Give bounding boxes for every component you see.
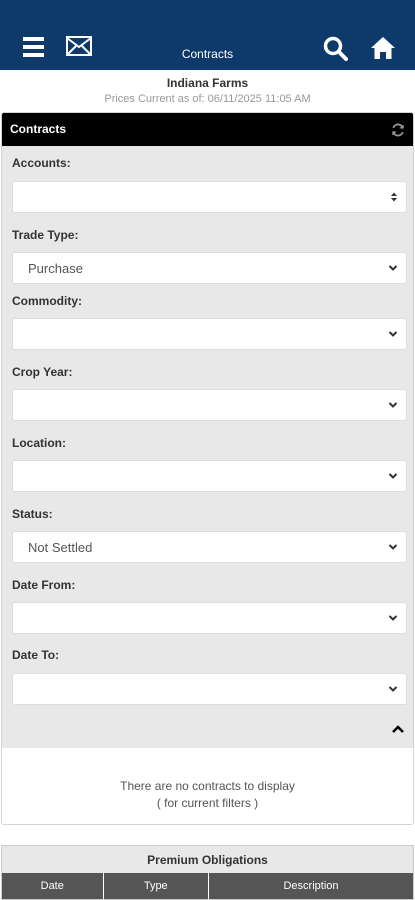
accounts-label: Accounts:	[12, 156, 71, 170]
chevron-down-icon	[388, 470, 398, 485]
empty-message-line: There are no contracts to display	[120, 779, 295, 793]
contracts-filter-form: Accounts: Trade Type: Purchase Commodity…	[2, 146, 413, 748]
crop-year-label: Crop Year:	[12, 365, 73, 379]
organization-name: Indiana Farms	[166, 76, 249, 90]
status-select[interactable]: Not Settled	[12, 531, 407, 563]
commodity-select[interactable]	[12, 318, 407, 350]
trade-type-select[interactable]: Purchase	[12, 252, 407, 284]
search-icon[interactable]	[323, 36, 348, 66]
home-icon[interactable]	[370, 36, 396, 65]
prices-current-timestamp: Prices Current as of: 06/11/2025 11:05 A…	[104, 93, 311, 105]
contracts-panel-title: Contracts	[10, 122, 67, 136]
date-from-label: Date From:	[12, 578, 76, 592]
crop-year-select[interactable]	[12, 389, 407, 421]
trade-type-select-value: Purchase	[28, 261, 83, 276]
premium-obligations-panel: Premium Obligations Date Type Descriptio…	[1, 845, 414, 900]
date-from-select[interactable]	[12, 602, 407, 634]
premium-table-header: Date Type Description	[2, 873, 413, 899]
chevron-down-icon	[388, 612, 398, 627]
contracts-panel: Contracts Accounts: Trade Type: Purchase…	[1, 112, 414, 825]
trade-type-label: Trade Type:	[12, 228, 79, 242]
chevron-down-icon	[388, 683, 398, 698]
premium-obligations-title: Premium Obligations	[2, 846, 413, 873]
empty-message-note: ( for current filters )	[156, 796, 259, 810]
date-to-label: Date To:	[12, 648, 60, 662]
status-label: Status:	[12, 507, 53, 521]
contracts-panel-header: Contracts	[2, 113, 413, 146]
refresh-icon[interactable]	[391, 123, 405, 140]
column-header-description[interactable]: Description	[209, 873, 413, 899]
top-navigation-bar: Contracts	[0, 0, 415, 70]
chevron-down-icon	[388, 541, 398, 556]
spinner-arrows-icon	[390, 191, 398, 206]
accounts-select[interactable]	[12, 181, 407, 213]
date-to-select[interactable]	[12, 673, 407, 705]
page-title: Contracts	[181, 47, 234, 61]
location-label: Location:	[12, 436, 66, 450]
column-header-date[interactable]: Date	[2, 873, 104, 899]
chevron-down-icon	[388, 262, 398, 277]
commodity-label: Commodity:	[12, 294, 82, 308]
status-select-value: Not Settled	[28, 540, 93, 555]
empty-contracts-message: There are no contracts to display ( for …	[2, 748, 413, 824]
column-header-type[interactable]: Type	[103, 873, 209, 899]
chevron-down-icon	[388, 399, 398, 414]
chevron-up-icon[interactable]	[391, 722, 405, 740]
chevron-down-icon	[388, 328, 398, 343]
account-header: Indiana Farms Prices Current as of: 06/1…	[0, 70, 415, 112]
location-select[interactable]	[12, 460, 407, 492]
